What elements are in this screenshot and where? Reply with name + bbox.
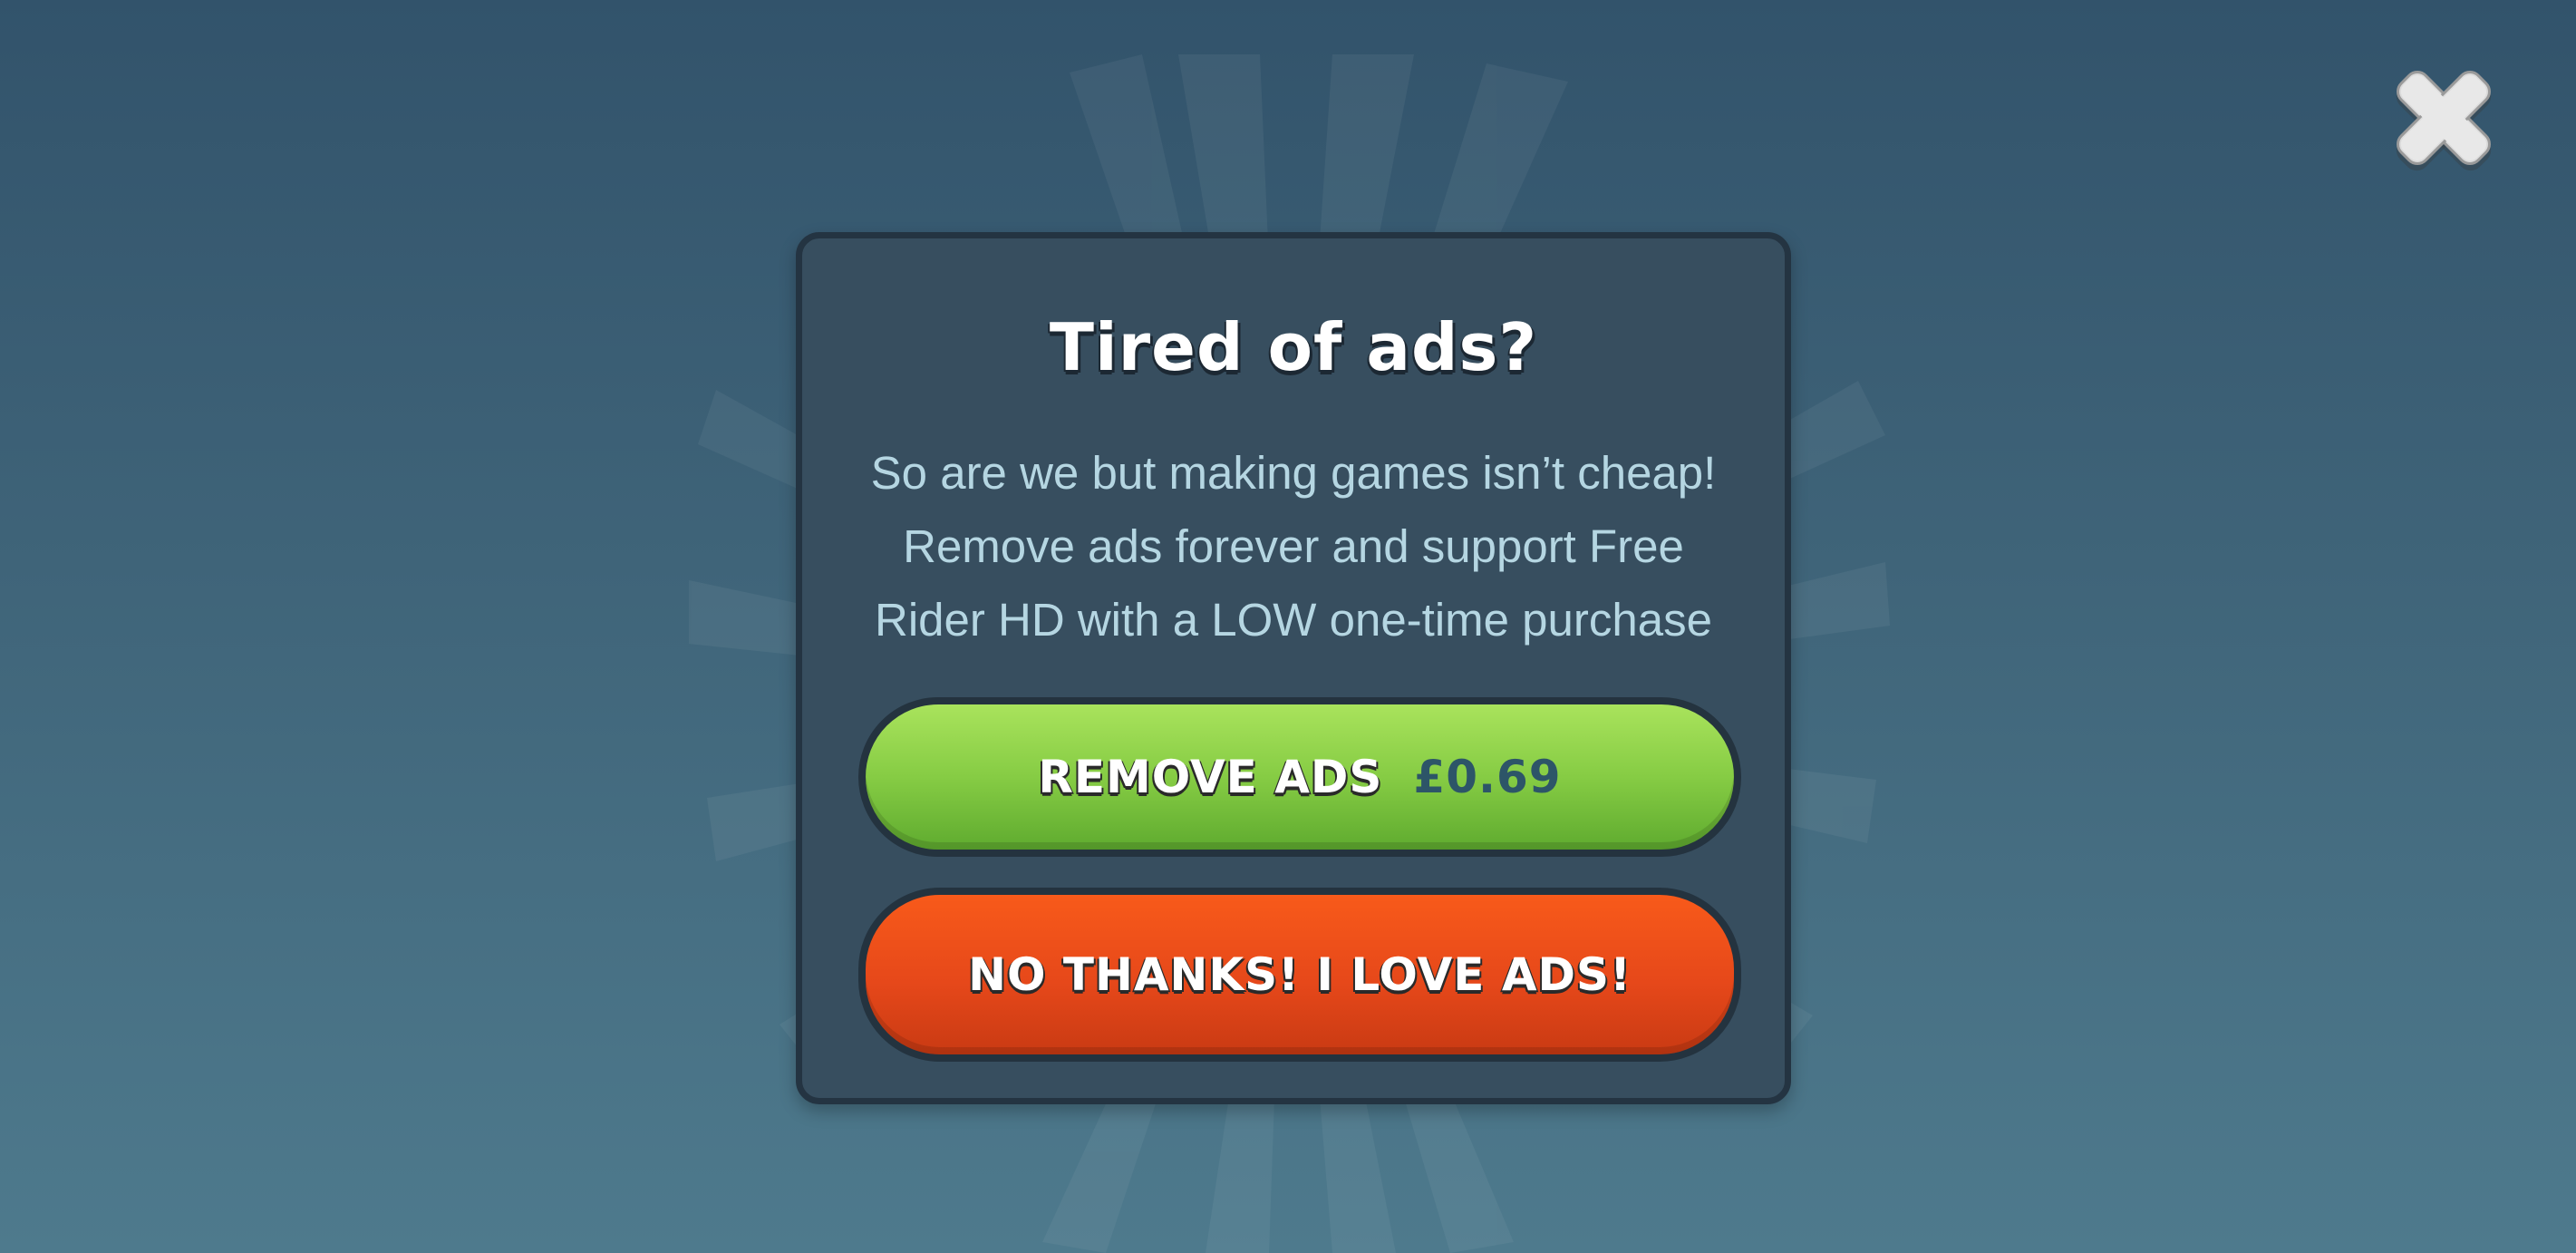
close-button[interactable] <box>2382 58 2505 181</box>
remove-ads-price: £0.69 <box>1413 751 1562 803</box>
dialog-message-line-1: So are we but making games isn’t cheap! <box>870 447 1717 499</box>
dialog-message: So are we but making games isn’t cheap! … <box>829 436 1758 656</box>
close-icon <box>2396 71 2492 171</box>
remove-ads-label: REMOVE ADS <box>1038 751 1383 803</box>
dialog-message-line-3: Rider HD with a LOW one-time purchase <box>874 594 1712 646</box>
no-thanks-button[interactable]: NO THANKS! I LOVE ADS! <box>858 888 1741 1062</box>
remove-ads-dialog: Tired of ads? So are we but making games… <box>796 232 1791 1104</box>
no-thanks-label: NO THANKS! I LOVE ADS! <box>968 948 1632 1001</box>
dialog-message-line-2: Remove ads forever and support Free <box>903 520 1684 572</box>
dialog-title: Tired of ads? <box>1049 309 1538 385</box>
remove-ads-button[interactable]: REMOVE ADS £0.69 <box>858 697 1741 857</box>
